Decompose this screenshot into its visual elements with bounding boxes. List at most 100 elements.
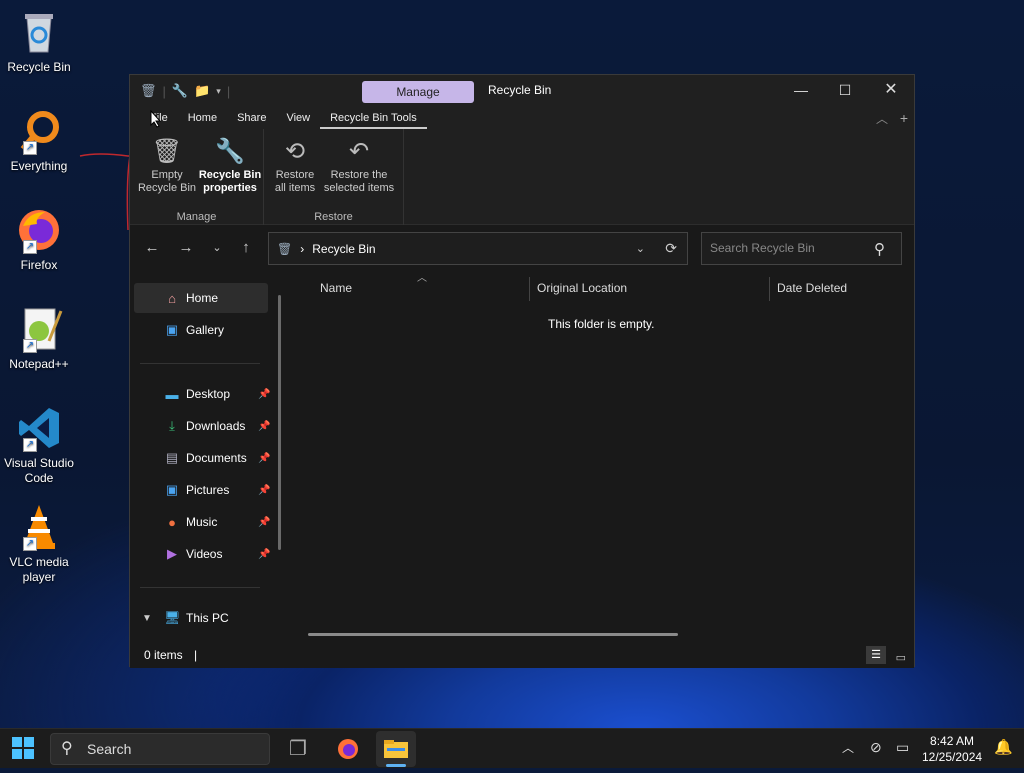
column-header-original-location[interactable]: Original Location (537, 281, 627, 295)
quick-access-toolbar: 🗑 | 🔧 📁 ▾ | (140, 83, 231, 99)
document-icon: ▤ (165, 450, 179, 465)
empty-folder-message: This folder is empty. (548, 317, 655, 331)
restore-all-items-button[interactable]: ⟲ Restore all items (270, 135, 320, 195)
divider (140, 587, 260, 588)
home-icon: ⌂ (168, 290, 176, 306)
network-status-icon[interactable]: ⊘ (870, 739, 882, 756)
sidebar-item-this-pc[interactable]: ▼ 🖥 This PC (134, 603, 268, 633)
divider (140, 363, 260, 364)
sidebar-item-videos[interactable]: ▶ Videos 📌 (134, 539, 270, 569)
sidebar-item-downloads[interactable]: ⤓ Downloads 📌 (134, 411, 270, 441)
pin-icon[interactable]: 📌 (258, 389, 270, 400)
show-hidden-icons-chevron-icon[interactable]: ︿ (842, 739, 854, 756)
taskbar-search-box[interactable]: ⚲ Search (50, 733, 270, 765)
shortcut-arrow-icon: ↗ (23, 438, 37, 452)
windows-logo-icon (12, 737, 34, 759)
sidebar-item-documents[interactable]: ▤ Documents 📌 (134, 443, 271, 473)
taskbar: ⚲ Search ❐ ︿ ⊘ ▭ 8:42 AM 12/25/2024 🔔 (0, 728, 1024, 768)
column-header-date-deleted[interactable]: Date Deleted (777, 281, 847, 295)
back-arrow-icon[interactable]: ← (142, 237, 162, 259)
mouse-cursor-icon (150, 110, 162, 128)
taskbar-firefox-icon[interactable] (328, 731, 368, 767)
tab-home[interactable]: Home (178, 107, 227, 129)
taskbar-file-explorer-icon[interactable] (376, 731, 416, 767)
sidebar-item-music[interactable]: ● Music 📌 (134, 507, 270, 537)
firefox-icon: ↗ (15, 206, 63, 254)
pin-icon[interactable]: 📌 (258, 485, 270, 496)
desktop-icon-label: Recycle Bin (7, 60, 71, 74)
properties-wrench-icon[interactable]: 🔧 (172, 83, 188, 99)
tab-share[interactable]: Share (227, 107, 276, 129)
pin-icon[interactable]: 📌 (258, 453, 270, 464)
new-folder-icon[interactable]: 📁 (194, 83, 210, 99)
chevron-down-icon[interactable]: ▾ (216, 86, 221, 97)
active-app-indicator (386, 764, 406, 767)
close-button[interactable]: ✕ (868, 75, 914, 105)
tab-view[interactable]: View (276, 107, 320, 129)
undo-arrow-icon: ↶ (348, 138, 370, 165)
desktop-folder-icon: ▬ (165, 386, 179, 402)
tab-recycle-bin-tools[interactable]: Recycle Bin Tools (320, 107, 427, 129)
column-header-name[interactable]: Name (320, 281, 352, 295)
sidebar-item-home[interactable]: ⌂ Home (134, 283, 268, 313)
manage-contextual-tab[interactable]: Manage (362, 81, 474, 103)
gallery-icon: ▣ (165, 322, 179, 337)
recent-locations-chevron-icon[interactable]: ⌄ (207, 237, 227, 259)
ribbon-group-manage: 🗑 Empty Recycle Bin 🔧 Recycle Bin proper… (130, 129, 264, 225)
wrench-icon: 🔧 (215, 138, 245, 165)
search-icon[interactable]: ⚲ (874, 240, 885, 258)
details-view-icon[interactable]: ☰ (866, 646, 886, 664)
expand-chevron-icon[interactable]: ▼ (142, 613, 152, 624)
desktop-icon-vlc[interactable]: ↗ VLC media player (4, 503, 74, 585)
restore-selected-items-button[interactable]: ↶ Restore the selected items (320, 135, 398, 195)
music-icon: ● (168, 514, 176, 530)
horizontal-scrollbar[interactable] (308, 633, 678, 636)
address-bar[interactable]: 🗑 › Recycle Bin ⌄ ⟳ (268, 232, 688, 265)
ribbon-group-restore: ⟲ Restore all items ↶ Restore the select… (264, 129, 404, 225)
empty-recycle-bin-button[interactable]: 🗑 Empty Recycle Bin (136, 135, 198, 195)
start-button[interactable] (12, 737, 34, 759)
task-view-icon[interactable]: ❐ (278, 731, 318, 767)
maximize-button[interactable]: ☐ (822, 75, 868, 105)
minimize-button[interactable]: — (778, 75, 824, 105)
desktop-icon-vscode[interactable]: ↗ Visual Studio Code (4, 404, 74, 486)
desktop-icon-label: Everything (10, 159, 68, 173)
text-cursor: | (194, 648, 198, 662)
desktop-icon-firefox[interactable]: ↗ Firefox (4, 206, 74, 273)
up-arrow-icon[interactable]: ↑ (236, 237, 256, 259)
desktop-icon-everything[interactable]: ↗ Everything (4, 107, 74, 174)
display-icon[interactable]: ▭ (896, 739, 909, 756)
sidebar-item-pictures[interactable]: ▣ Pictures 📌 (134, 475, 271, 505)
desktop-icon-notepad-plus-plus[interactable]: ↗ Notepad++ (4, 305, 74, 372)
search-input[interactable]: Search Recycle Bin (701, 232, 902, 265)
breadcrumb-separator-icon[interactable]: › (300, 242, 304, 256)
restore-all-icon: ⟲ (284, 138, 306, 165)
title-bar: 🗑 | 🔧 📁 ▾ | Manage Recycle Bin — ☐ ✕ (130, 75, 914, 107)
clock[interactable]: 8:42 AM 12/25/2024 (922, 733, 982, 765)
new-tab-icon[interactable]: + (900, 110, 908, 126)
desktop-icon-recycle-bin[interactable]: Recycle Bin (4, 8, 74, 75)
refresh-icon[interactable]: ⟳ (665, 240, 677, 257)
clock-date: 12/25/2024 (922, 750, 983, 764)
sort-up-chevron-icon: ︿ (417, 273, 427, 284)
pin-icon[interactable]: 📌 (258, 549, 270, 560)
pin-icon[interactable]: 📌 (258, 421, 270, 432)
clock-time: 8:42 AM (930, 734, 975, 748)
column-divider[interactable] (529, 277, 530, 301)
sidebar-item-desktop[interactable]: ▬ Desktop 📌 (134, 379, 271, 409)
trash-icon: 🗑 (151, 138, 183, 165)
large-icons-view-icon[interactable]: ▭ (896, 646, 906, 670)
notification-bell-icon[interactable]: 🔔 (994, 738, 1013, 756)
sidebar-scrollbar[interactable] (278, 295, 281, 550)
pin-icon[interactable]: 📌 (258, 517, 270, 528)
column-divider[interactable] (769, 277, 770, 301)
forward-arrow-icon[interactable]: → (176, 237, 196, 259)
recycle-bin-properties-button[interactable]: 🔧 Recycle Bin properties (198, 135, 262, 195)
vlc-icon: ↗ (15, 503, 63, 551)
computer-icon: 🖥 (164, 610, 181, 625)
breadcrumb[interactable]: Recycle Bin (312, 242, 375, 256)
address-dropdown-chevron-icon[interactable]: ⌄ (636, 242, 645, 255)
sidebar-item-gallery[interactable]: ▣ Gallery (134, 315, 268, 345)
collapse-ribbon-icon[interactable]: ︿ (876, 110, 888, 127)
download-arrow-icon: ⤓ (169, 418, 175, 433)
